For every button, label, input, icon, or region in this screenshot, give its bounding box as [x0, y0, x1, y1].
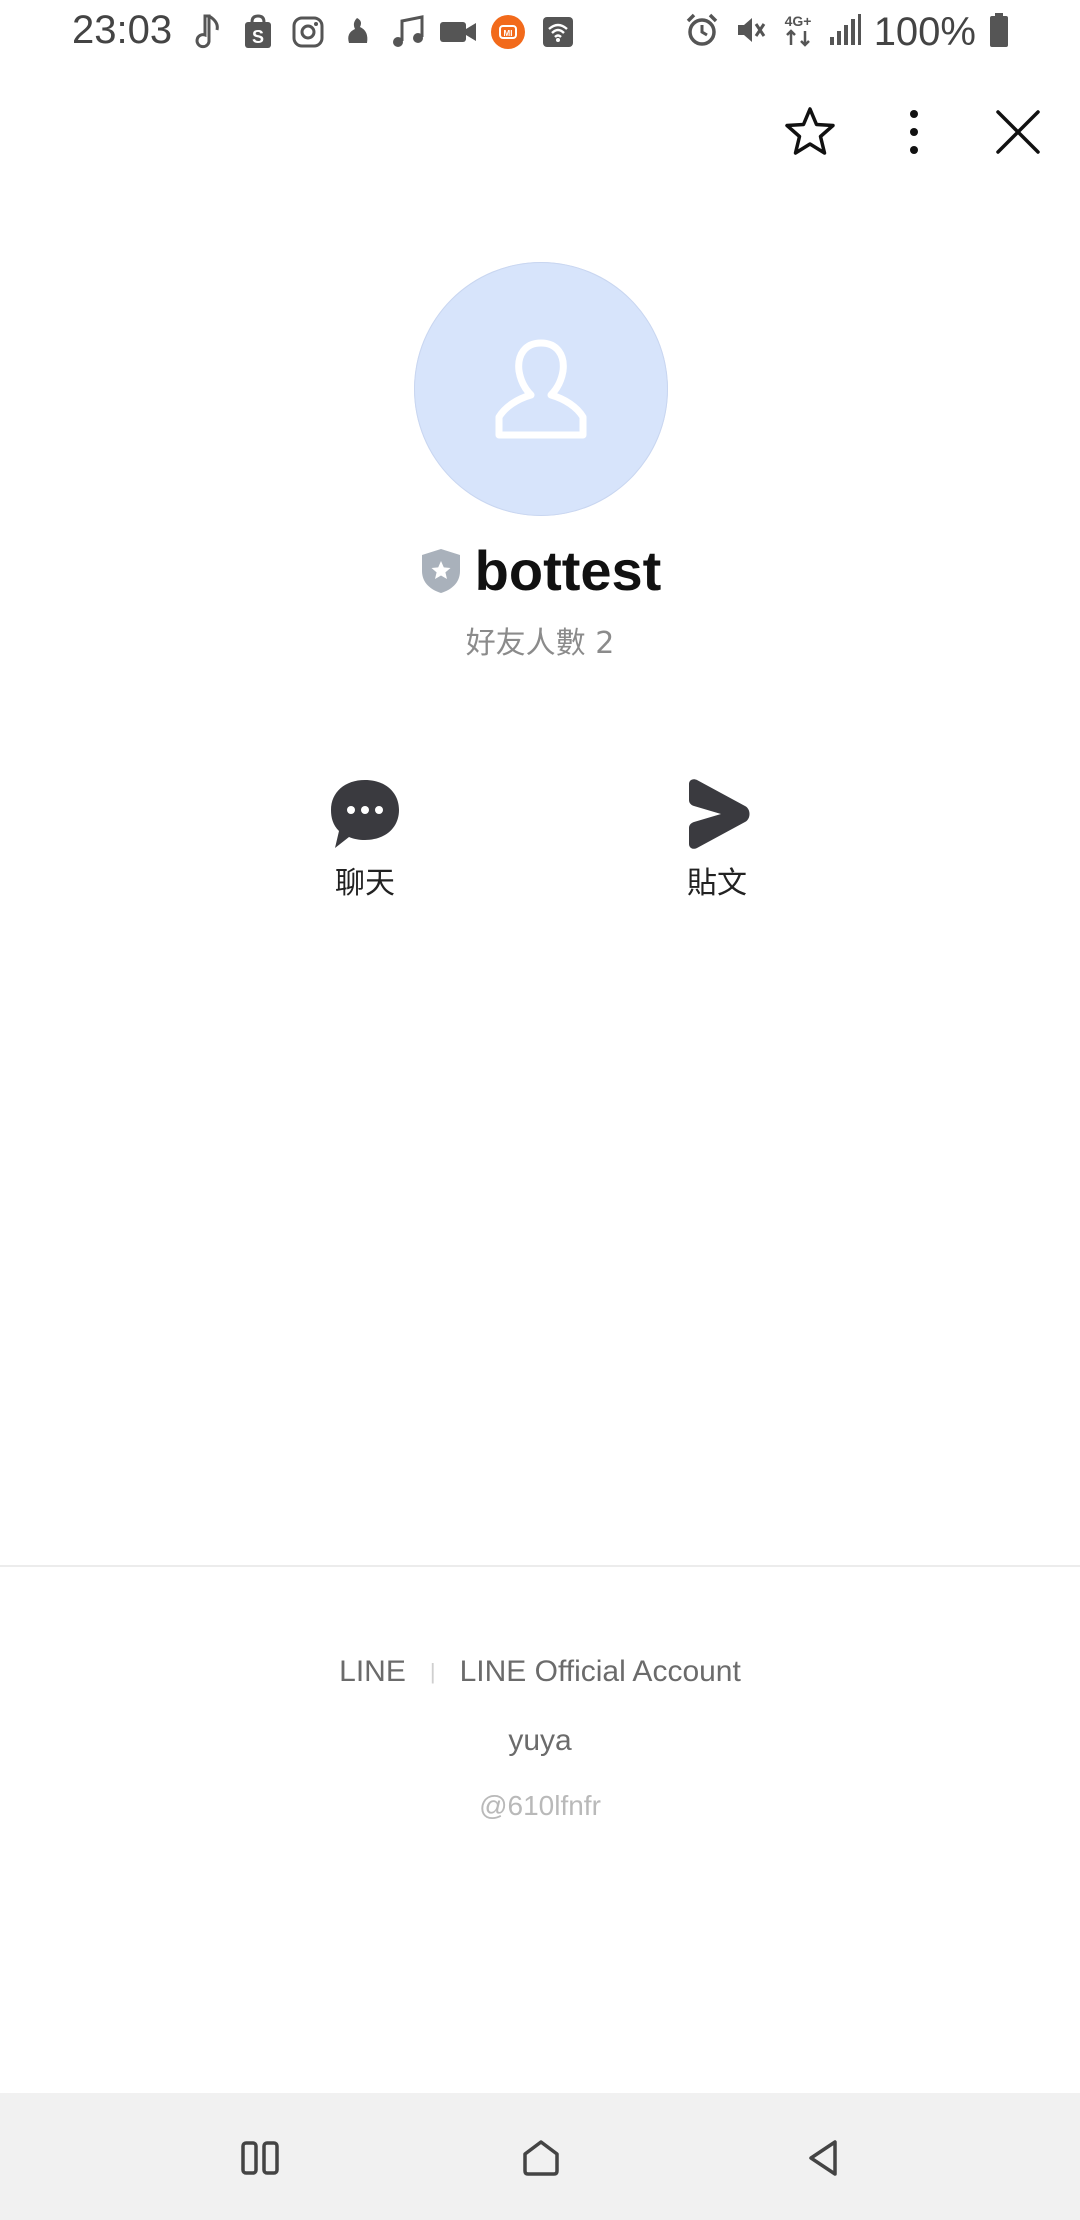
- close-icon: [996, 110, 1040, 154]
- chat-bubble-icon: [331, 780, 399, 848]
- chat-button[interactable]: 聊天: [275, 778, 455, 902]
- back-button[interactable]: [788, 2123, 858, 2193]
- signal-icon: [828, 13, 862, 52]
- home-icon: [523, 2140, 559, 2176]
- line-official-account-link[interactable]: LINE Official Account: [460, 1655, 741, 1689]
- star-outline-icon: [785, 107, 835, 155]
- mute-icon: [732, 12, 768, 53]
- favorite-button[interactable]: [778, 100, 842, 164]
- shopee-icon: S: [238, 12, 278, 52]
- status-bar: 23:03 S MI 4G+ 100%: [0, 0, 1080, 70]
- alarm-icon: [684, 12, 720, 53]
- chat-label: 聊天: [335, 866, 395, 901]
- music-icon: [388, 12, 428, 52]
- battery-percentage: 100%: [873, 10, 976, 54]
- account-owner: yuya: [508, 1724, 572, 1757]
- more-vertical-icon: [910, 110, 918, 154]
- instagram-icon: [288, 12, 328, 52]
- header-actions: [778, 100, 1050, 164]
- music-note-icon: [188, 12, 228, 52]
- battery-icon: [988, 12, 1010, 53]
- home-button[interactable]: [506, 2123, 576, 2193]
- back-icon: [809, 2140, 837, 2176]
- profile-name-row: bottest: [0, 538, 1080, 603]
- shield-star-icon: [421, 548, 460, 593]
- post-button[interactable]: 貼文: [627, 778, 807, 902]
- video-camera-icon: [438, 12, 478, 52]
- account-id: @610lfnfr: [479, 1790, 601, 1821]
- footer-separator: |: [429, 1659, 436, 1684]
- avatar[interactable]: [414, 262, 668, 516]
- close-button[interactable]: [986, 100, 1050, 164]
- line-link[interactable]: LINE: [339, 1655, 406, 1689]
- notification-icons: S MI: [188, 12, 578, 52]
- more-options-button[interactable]: [882, 100, 946, 164]
- system-status-icons: 4G+ 100%: [684, 10, 1010, 55]
- profile-screen: 23:03 S MI 4G+ 100% bottest 好友人數 2 聊天 貼文…: [0, 0, 1080, 2220]
- post-label: 貼文: [687, 866, 747, 901]
- wifi-box-icon: [538, 12, 578, 52]
- svg-text:MI: MI: [504, 29, 513, 38]
- svg-text:4G+: 4G+: [784, 13, 811, 29]
- mi-icon: MI: [488, 12, 528, 52]
- footer-links: LINE | LINE Official Account: [0, 1655, 1080, 1689]
- profile-name: bottest: [474, 539, 662, 602]
- bird-app-icon: [338, 12, 378, 52]
- system-nav-bar: [0, 2093, 1080, 2220]
- recents-icon: [241, 2141, 279, 2175]
- recents-button[interactable]: [225, 2123, 295, 2193]
- status-time: 23:03: [72, 8, 173, 52]
- svg-text:S: S: [252, 27, 264, 47]
- friends-count: 好友人數 2: [465, 626, 615, 661]
- default-user-icon: [495, 339, 587, 439]
- 4g-icon: 4G+: [780, 11, 816, 54]
- post-play-icon: [689, 779, 750, 849]
- section-divider: [0, 1565, 1080, 1567]
